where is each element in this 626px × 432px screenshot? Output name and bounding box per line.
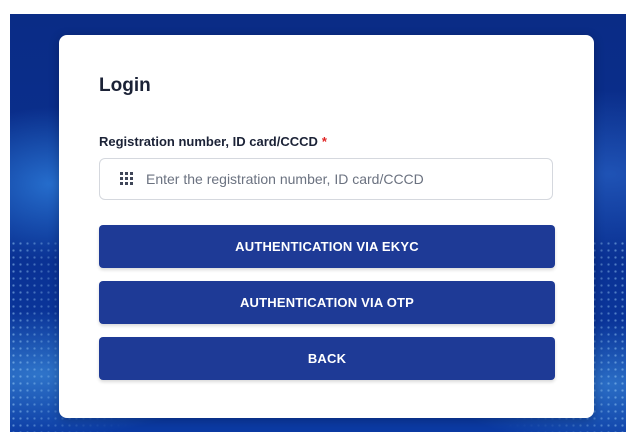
registration-input-wrapper[interactable]	[99, 158, 553, 200]
registration-number-input[interactable]	[146, 160, 552, 198]
auth-otp-button[interactable]: AUTHENTICATION VIA OTP	[99, 281, 555, 324]
back-button[interactable]: BACK	[99, 337, 555, 380]
login-page: Login Registration number, ID card/CCCD *…	[0, 0, 626, 432]
grid-icon	[120, 172, 134, 186]
registration-field-label-text: Registration number, ID card/CCCD	[99, 134, 318, 149]
auth-ekyc-button[interactable]: AUTHENTICATION VIA EKYC	[99, 225, 555, 268]
login-card: Login Registration number, ID card/CCCD *…	[59, 35, 594, 418]
login-title: Login	[99, 75, 151, 96]
required-asterisk: *	[321, 134, 327, 149]
registration-field-label: Registration number, ID card/CCCD *	[99, 134, 327, 149]
